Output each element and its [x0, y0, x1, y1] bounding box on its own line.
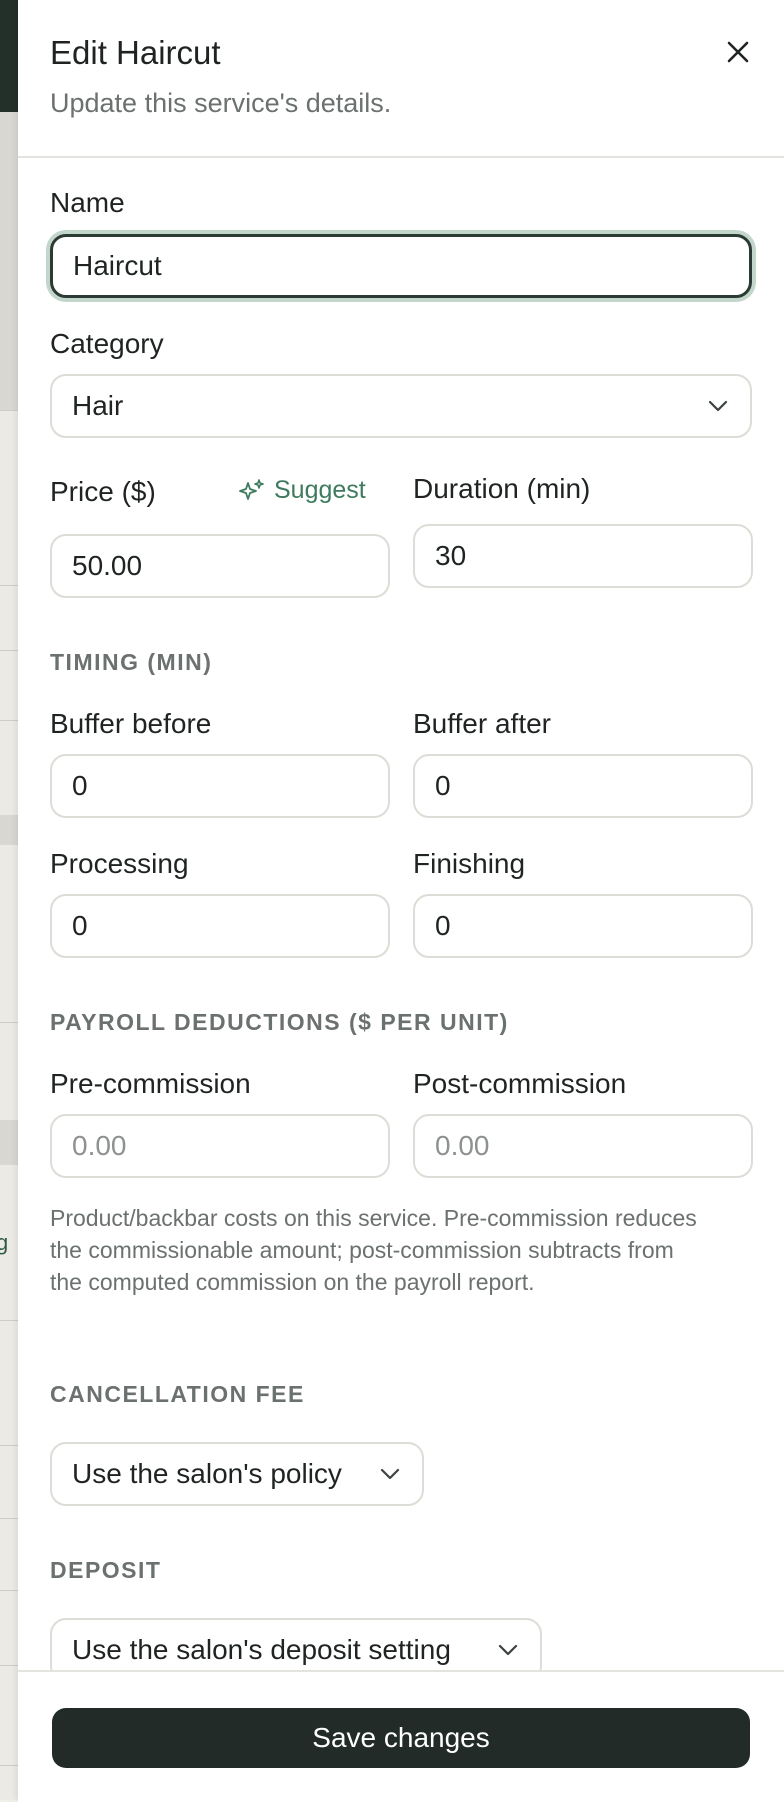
- pre-commission-label: Pre-commission: [50, 1068, 251, 1099]
- suggest-price-button[interactable]: Suggest: [238, 476, 366, 505]
- cancellation-section-heading: CANCELLATION FEE: [50, 1381, 305, 1407]
- save-changes-button[interactable]: Save changes: [52, 1708, 750, 1768]
- finishing-label: Finishing: [413, 848, 526, 879]
- dialog-footer: Save changes: [18, 1670, 784, 1802]
- price-label: Price ($): [50, 476, 156, 507]
- duration-value: 30: [435, 540, 467, 571]
- deposit-section-heading: DEPOSIT: [50, 1557, 162, 1583]
- background-divider: [0, 1445, 18, 1446]
- background-header: [0, 0, 18, 112]
- suggest-label: Suggest: [274, 476, 366, 504]
- close-icon: [727, 41, 749, 63]
- dialog-header: Edit Haircut Update this service's detai…: [18, 0, 784, 158]
- cancellation-fee-value: Use the salon's policy: [72, 1458, 342, 1489]
- background-block: [0, 112, 18, 410]
- price-input[interactable]: 50.00: [50, 534, 390, 598]
- dialog-subtitle: Update this service's details.: [50, 88, 392, 118]
- processing-label: Processing: [50, 848, 189, 879]
- background-page: g: [0, 0, 18, 1800]
- chevron-down-icon: [708, 400, 728, 412]
- cancellation-fee-select[interactable]: Use the salon's policy: [50, 1442, 424, 1506]
- processing-input[interactable]: 0: [50, 894, 390, 958]
- buffer-after-label: Buffer after: [413, 708, 552, 739]
- background-divider: [0, 1320, 18, 1321]
- deposit-value: Use the salon's deposit setting: [72, 1634, 451, 1665]
- background-divider: [0, 720, 18, 721]
- buffer-after-input[interactable]: 0: [413, 754, 753, 818]
- category-label: Category: [50, 328, 164, 359]
- post-commission-input[interactable]: 0.00: [413, 1114, 753, 1178]
- background-divider: [0, 410, 18, 411]
- background-divider: [0, 1518, 18, 1519]
- background-divider: [0, 1665, 18, 1666]
- dialog-title: Edit Haircut: [50, 34, 221, 71]
- post-commission-placeholder: 0.00: [435, 1130, 490, 1161]
- background-divider: [0, 1765, 18, 1766]
- background-divider: [0, 1590, 18, 1591]
- processing-value: 0: [72, 910, 88, 941]
- timing-section-heading: TIMING (MIN): [50, 649, 213, 675]
- background-divider: [0, 585, 18, 586]
- price-value: 50.00: [72, 550, 143, 581]
- background-divider: [0, 1022, 18, 1023]
- buffer-before-input[interactable]: 0: [50, 754, 390, 818]
- background-block: [0, 815, 18, 845]
- buffer-before-value: 0: [72, 770, 88, 801]
- name-label: Name: [50, 187, 125, 218]
- close-button[interactable]: [718, 32, 758, 72]
- sparkle-icon: [239, 478, 264, 500]
- name-input[interactable]: Haircut: [50, 234, 752, 298]
- category-value: Hair: [72, 390, 124, 421]
- buffer-after-value: 0: [435, 770, 451, 801]
- buffer-before-label: Buffer before: [50, 708, 212, 739]
- background-divider: [0, 650, 18, 651]
- name-value: Haircut: [73, 250, 162, 281]
- finishing-input[interactable]: 0: [413, 894, 753, 958]
- post-commission-label: Post-commission: [413, 1068, 627, 1099]
- finishing-value: 0: [435, 910, 451, 941]
- payroll-section-heading: PAYROLL DEDUCTIONS ($ PER UNIT): [50, 1009, 509, 1035]
- background-block: [0, 1120, 18, 1165]
- chevron-down-icon: [380, 1468, 400, 1480]
- duration-label: Duration (min): [413, 473, 591, 504]
- pre-commission-placeholder: 0.00: [72, 1130, 127, 1161]
- background-text: g: [0, 1230, 9, 1255]
- category-select[interactable]: Hair: [50, 374, 752, 438]
- edit-service-dialog: Edit Haircut Update this service's detai…: [18, 0, 784, 1802]
- pre-commission-input[interactable]: 0.00: [50, 1114, 390, 1178]
- chevron-down-icon: [498, 1644, 518, 1656]
- payroll-help-text: Product/backbar costs on this service. P…: [50, 1205, 697, 1295]
- duration-input[interactable]: 30: [413, 524, 753, 588]
